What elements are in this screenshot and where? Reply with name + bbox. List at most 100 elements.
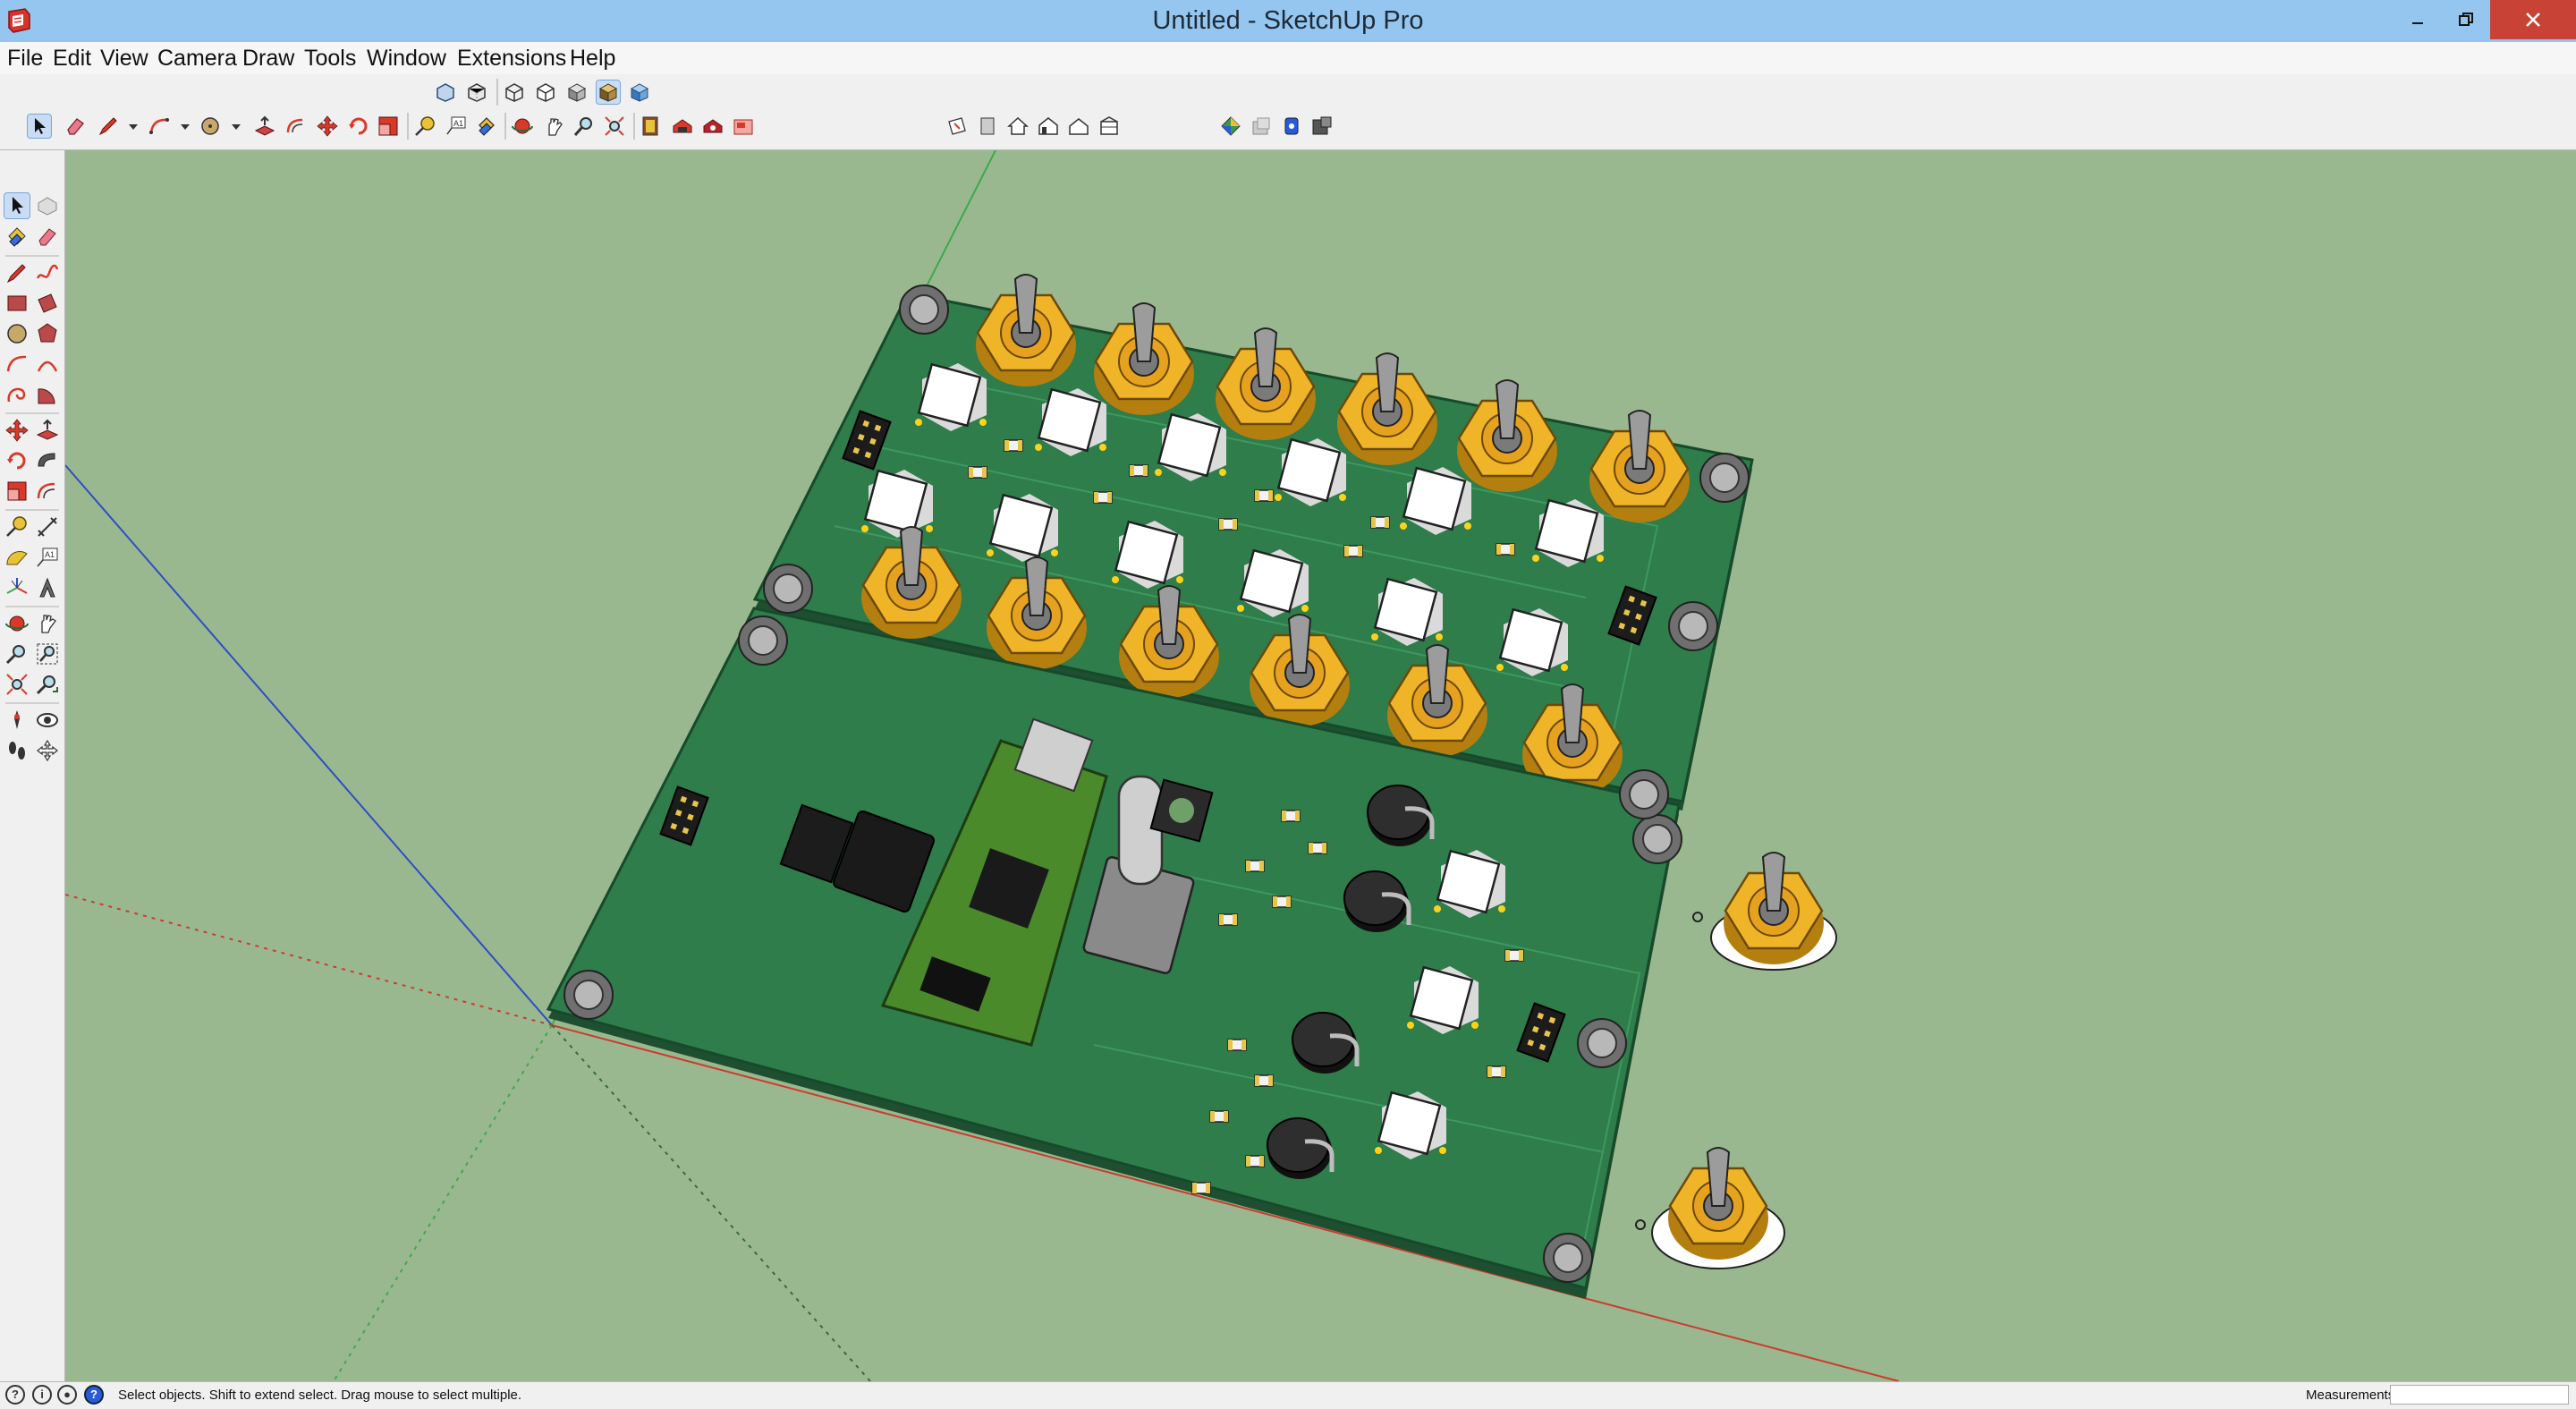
instructor-icon[interactable]: ? bbox=[84, 1385, 104, 1405]
toolbar-paint-bucket[interactable] bbox=[475, 115, 498, 138]
credits-icon[interactable]: i bbox=[32, 1385, 52, 1405]
toolbar-orbit[interactable] bbox=[511, 115, 534, 138]
toolbar-section-plane[interactable] bbox=[945, 115, 969, 138]
toolbar-push-pull[interactable] bbox=[253, 115, 276, 138]
toolbar-back-edges[interactable] bbox=[465, 81, 488, 104]
toolbar-pencil[interactable] bbox=[97, 115, 120, 138]
toolbar-extension[interactable] bbox=[1310, 115, 1334, 138]
tool-zoom-extents[interactable] bbox=[4, 672, 30, 697]
tool-zoom[interactable] bbox=[4, 641, 30, 666]
tool-orbit[interactable] bbox=[4, 611, 30, 636]
rotated-rectangle-icon bbox=[38, 293, 57, 313]
toolbar-pencil-dropdown[interactable] bbox=[122, 115, 138, 138]
toolbar-photo-textures[interactable] bbox=[1280, 115, 1303, 138]
tool-rectangle[interactable] bbox=[4, 291, 30, 316]
tool-dimension[interactable] bbox=[35, 514, 60, 539]
tool-rotated-rectangle[interactable] bbox=[35, 291, 60, 316]
toolbar-tape-measure[interactable] bbox=[413, 115, 436, 138]
tool-rotate[interactable] bbox=[4, 448, 30, 473]
menu-help[interactable]: Help bbox=[570, 42, 615, 74]
toolbar-layout[interactable] bbox=[732, 115, 755, 138]
toolbar-shape[interactable] bbox=[199, 115, 222, 138]
toolbar-model-info[interactable] bbox=[640, 115, 663, 138]
menu-file[interactable]: File bbox=[7, 42, 43, 74]
tool-look-around[interactable] bbox=[35, 708, 60, 733]
tool-text[interactable]: A1 bbox=[35, 545, 60, 570]
menu-extensions[interactable]: Extensions bbox=[457, 42, 566, 74]
toolbar-rotate[interactable] bbox=[347, 115, 370, 138]
toolbar-arc[interactable] bbox=[148, 115, 171, 138]
toolbar-select[interactable] bbox=[27, 114, 52, 139]
tool-select[interactable] bbox=[4, 192, 30, 219]
tool-two-point-arc[interactable] bbox=[35, 352, 60, 377]
toolbar-extension-warehouse[interactable] bbox=[701, 115, 724, 138]
tool-section-plane[interactable] bbox=[35, 738, 60, 763]
drawing-viewport[interactable] bbox=[65, 150, 2576, 1381]
toolbar-scale[interactable] bbox=[377, 115, 400, 138]
geo-location-status-icon[interactable]: ? bbox=[5, 1385, 25, 1405]
menu-edit[interactable]: Edit bbox=[53, 42, 91, 74]
tool-pan[interactable] bbox=[35, 611, 60, 636]
toolbar-wireframe[interactable] bbox=[503, 81, 526, 104]
tool-walk[interactable] bbox=[4, 738, 30, 763]
tool-zoom-window[interactable] bbox=[35, 641, 60, 666]
toolbar-arc-dropdown[interactable] bbox=[174, 115, 190, 138]
toolbar-front-view[interactable] bbox=[1037, 115, 1060, 138]
toolbar-right-view[interactable] bbox=[1067, 115, 1090, 138]
toolbar-zoom-extents[interactable] bbox=[603, 115, 626, 138]
tool-polygon[interactable] bbox=[35, 321, 60, 346]
user-account-icon[interactable]: ● bbox=[57, 1385, 77, 1405]
paint-bucket-icon bbox=[8, 227, 26, 247]
toolbar-top-view[interactable] bbox=[1006, 115, 1030, 138]
tool-position-camera[interactable] bbox=[4, 708, 30, 733]
toolbar-3d-warehouse[interactable] bbox=[671, 115, 694, 138]
tool-axes[interactable] bbox=[4, 575, 30, 600]
tool-move[interactable] bbox=[4, 418, 30, 443]
toolbar-component[interactable] bbox=[1219, 115, 1242, 138]
toolbar-shaded[interactable] bbox=[565, 81, 589, 104]
tool-arc[interactable] bbox=[4, 352, 30, 377]
model-scene[interactable] bbox=[65, 150, 2576, 1381]
tool-push-pull[interactable] bbox=[35, 418, 60, 443]
toolbar-shape-dropdown[interactable] bbox=[225, 115, 241, 138]
tool-make-component[interactable] bbox=[35, 193, 60, 218]
toolbar-monochrome[interactable] bbox=[628, 81, 651, 104]
measurements-input[interactable] bbox=[2390, 1385, 2569, 1405]
menu-draw[interactable]: Draw bbox=[242, 42, 294, 74]
menu-tools[interactable]: Tools bbox=[304, 42, 356, 74]
toolbar-hidden-line[interactable] bbox=[534, 81, 557, 104]
toolbar-eraser[interactable] bbox=[64, 115, 87, 138]
tool-tape-measure[interactable] bbox=[4, 514, 30, 539]
menu-window[interactable]: Window bbox=[367, 42, 446, 74]
loose-potentiometer-2[interactable] bbox=[1651, 1146, 1785, 1269]
toolbar-offset[interactable] bbox=[284, 115, 308, 138]
pan-icon bbox=[548, 118, 563, 136]
toolbar-xray[interactable] bbox=[434, 81, 457, 104]
tool-paint-bucket[interactable] bbox=[4, 225, 30, 250]
toolbar-geo-location[interactable] bbox=[1250, 115, 1273, 138]
tool-3d-text[interactable] bbox=[35, 575, 60, 600]
tool-protractor[interactable] bbox=[4, 545, 30, 570]
close-button[interactable] bbox=[2490, 0, 2576, 39]
tool-line[interactable] bbox=[4, 260, 30, 285]
toolbar-shaded-textures[interactable] bbox=[596, 80, 621, 105]
tool-eraser[interactable] bbox=[35, 225, 60, 250]
tool-three-point-arc[interactable] bbox=[4, 382, 30, 407]
toolbar-text[interactable]: A1 bbox=[445, 115, 468, 138]
tool-previous-view[interactable] bbox=[35, 672, 60, 697]
toolbar-pan[interactable] bbox=[542, 115, 565, 138]
toolbar-zoom[interactable] bbox=[572, 115, 596, 138]
toolbar-back-view[interactable] bbox=[1097, 115, 1121, 138]
menu-view[interactable]: View bbox=[100, 42, 148, 74]
menu-camera[interactable]: Camera bbox=[157, 42, 237, 74]
tool-follow-me[interactable] bbox=[35, 448, 60, 473]
loose-potentiometer-1[interactable] bbox=[1710, 851, 1837, 971]
toolbar-move[interactable] bbox=[316, 115, 339, 138]
tool-scale[interactable] bbox=[4, 479, 30, 504]
tool-offset[interactable] bbox=[35, 479, 60, 504]
tool-freehand[interactable] bbox=[35, 260, 60, 285]
tool-circle[interactable] bbox=[4, 321, 30, 346]
title-bar[interactable]: Untitled - SketchUp Pro bbox=[0, 0, 2576, 42]
toolbar-iso-view[interactable] bbox=[976, 115, 999, 138]
tool-pie[interactable] bbox=[35, 382, 60, 407]
